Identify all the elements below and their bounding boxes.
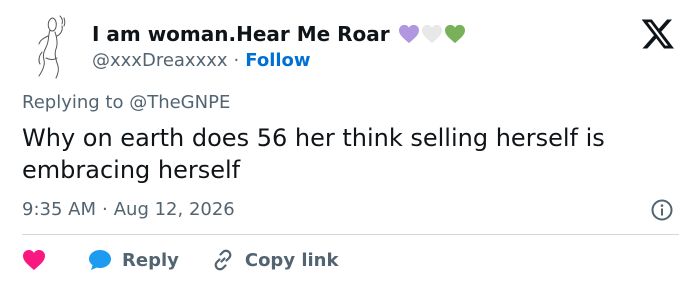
copy-link-button[interactable]: Copy link — [211, 248, 339, 272]
reply-label: Reply — [122, 249, 179, 271]
green-heart-icon — [444, 24, 465, 44]
heart-icon — [23, 250, 45, 270]
action-bar: Reply Copy link — [22, 246, 338, 274]
tweet-text: Why on earth does 56 her think selling h… — [22, 124, 605, 184]
divider — [22, 234, 679, 235]
x-logo-icon[interactable] — [640, 18, 676, 50]
tweet-time[interactable]: 9:35 AM — [22, 199, 96, 220]
reply-button[interactable]: Reply — [88, 249, 179, 271]
name-badges — [398, 24, 466, 44]
white-heart-icon — [421, 24, 442, 44]
reply-bubble-icon — [89, 250, 111, 270]
tweet-embed: I am woman.Hear Me Roar @xxxDreaxxxx · F… — [0, 0, 700, 287]
like-button[interactable] — [22, 249, 46, 271]
purple-heart-icon — [398, 24, 419, 44]
follow-button[interactable]: Follow — [245, 50, 310, 71]
copy-link-label: Copy link — [244, 249, 339, 271]
display-name[interactable]: I am woman.Hear Me Roar — [92, 22, 390, 46]
meta-separator: · — [102, 198, 108, 220]
author-handle[interactable]: @xxxDreaxxxx — [92, 50, 228, 71]
reply-context[interactable]: Replying to @TheGNPE — [22, 92, 230, 113]
author-handle-row: @xxxDreaxxxx · Follow — [92, 48, 311, 72]
author-name-row: I am woman.Hear Me Roar — [92, 20, 466, 48]
info-icon[interactable] — [650, 198, 674, 222]
handle-separator: · — [233, 49, 240, 71]
tweet-timestamp[interactable]: 9:35 AM · Aug 12, 2026 — [22, 196, 235, 222]
avatar[interactable] — [22, 12, 80, 80]
tweet-date[interactable]: Aug 12, 2026 — [114, 199, 235, 220]
link-icon — [214, 249, 232, 271]
